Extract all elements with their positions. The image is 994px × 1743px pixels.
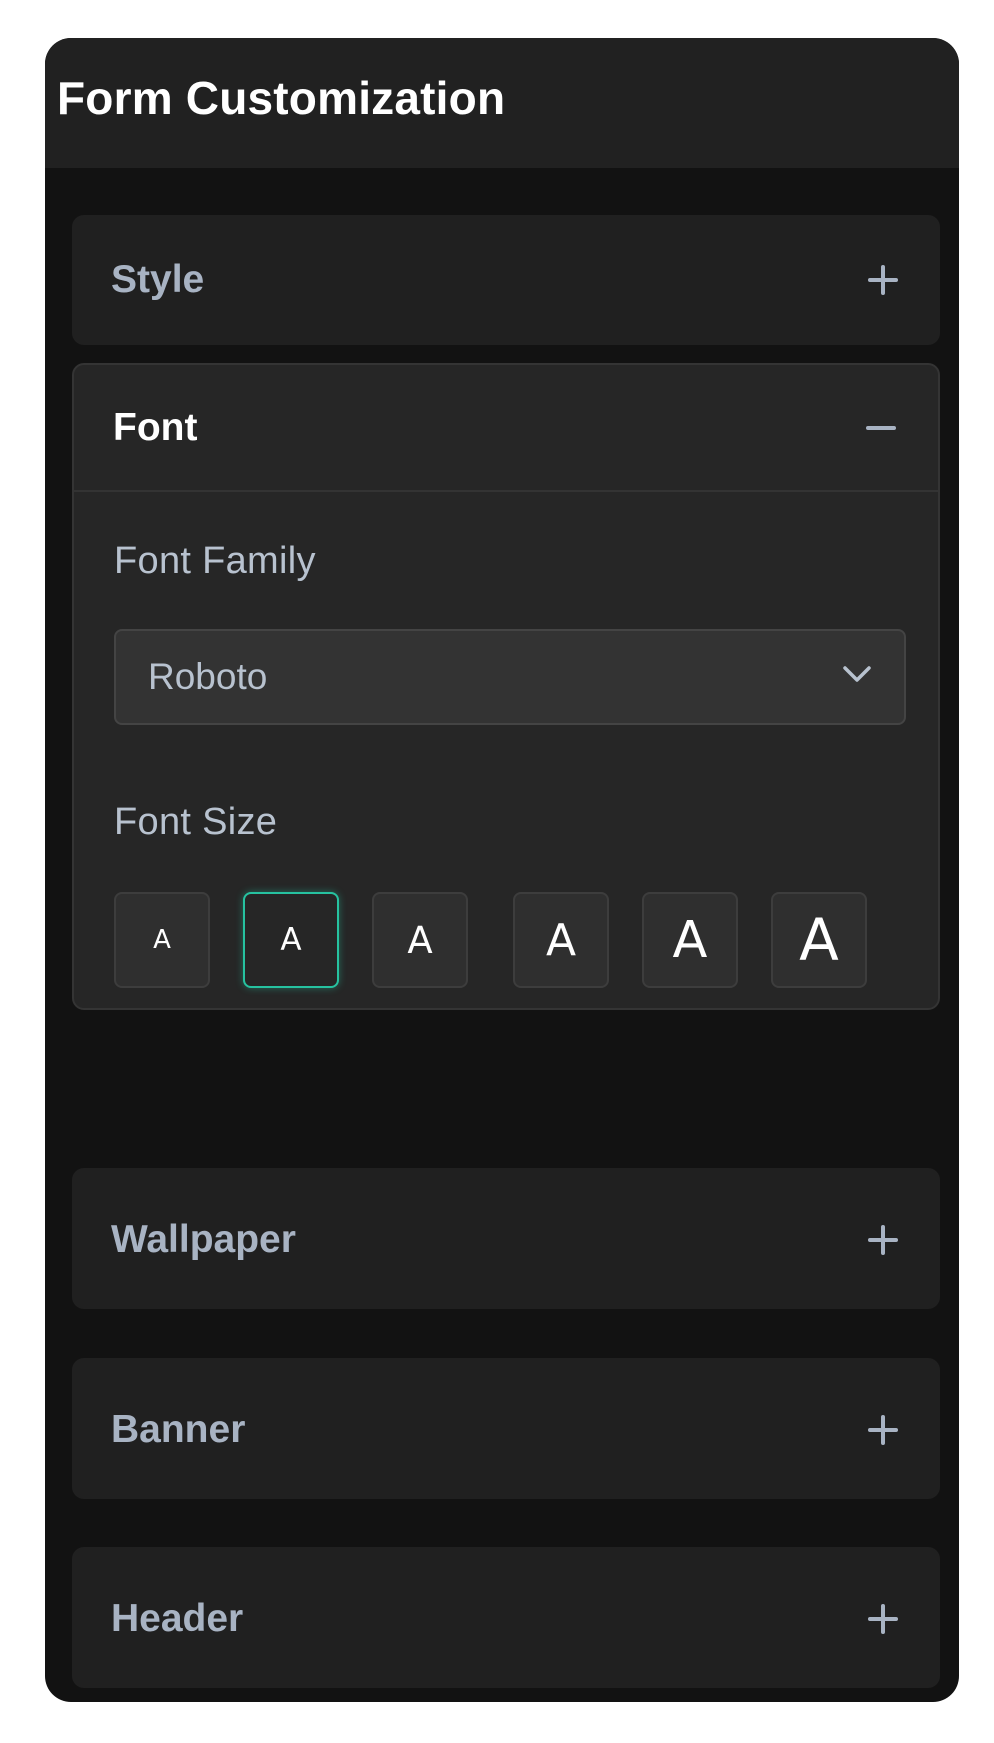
panel-title: Form Customization	[57, 72, 506, 124]
minus-icon[interactable]	[866, 413, 896, 443]
section-font-header[interactable]: Font	[74, 365, 938, 492]
font-size-option-2[interactable]: A	[243, 892, 339, 988]
font-family-select[interactable]: Roboto	[114, 629, 906, 725]
plus-icon[interactable]	[868, 1414, 898, 1445]
section-wallpaper-header[interactable]: Wallpaper	[72, 1168, 940, 1311]
font-family-value: Roboto	[148, 656, 268, 697]
panel-header: Form Customization	[45, 38, 959, 168]
font-size-option-6[interactable]: A	[771, 892, 867, 988]
section-wallpaper: Wallpaper	[72, 1168, 940, 1309]
section-font: Font Font Family Roboto Font Size A A A …	[72, 363, 940, 1010]
font-size-option-1[interactable]: A	[114, 892, 210, 988]
font-size-label: Font Size	[114, 801, 278, 843]
plus-icon[interactable]	[868, 1224, 898, 1255]
font-size-options: A A A A A A	[114, 892, 904, 988]
font-size-option-4[interactable]: A	[513, 892, 609, 988]
plus-icon[interactable]	[868, 1603, 898, 1634]
section-style: Style	[72, 215, 940, 345]
section-font-label: Font	[113, 405, 198, 449]
font-settings-body: Font Family Roboto Font Size A A A A A A	[74, 492, 938, 988]
form-customization-panel: Form Customization Style Font Font Famil…	[45, 38, 959, 1702]
chevron-down-icon	[843, 666, 871, 682]
font-size-option-5[interactable]: A	[642, 892, 738, 988]
section-header: Header	[72, 1547, 940, 1688]
section-banner-header[interactable]: Banner	[72, 1358, 940, 1501]
section-banner: Banner	[72, 1358, 940, 1499]
plus-icon[interactable]	[868, 265, 898, 295]
section-wallpaper-label: Wallpaper	[111, 1217, 296, 1261]
section-style-header[interactable]: Style	[72, 215, 940, 345]
font-family-label: Font Family	[114, 540, 316, 582]
font-size-option-3[interactable]: A	[372, 892, 468, 988]
section-header-label: Header	[111, 1596, 244, 1640]
section-style-label: Style	[111, 258, 205, 301]
section-header-header[interactable]: Header	[72, 1547, 940, 1690]
section-banner-label: Banner	[111, 1407, 246, 1451]
